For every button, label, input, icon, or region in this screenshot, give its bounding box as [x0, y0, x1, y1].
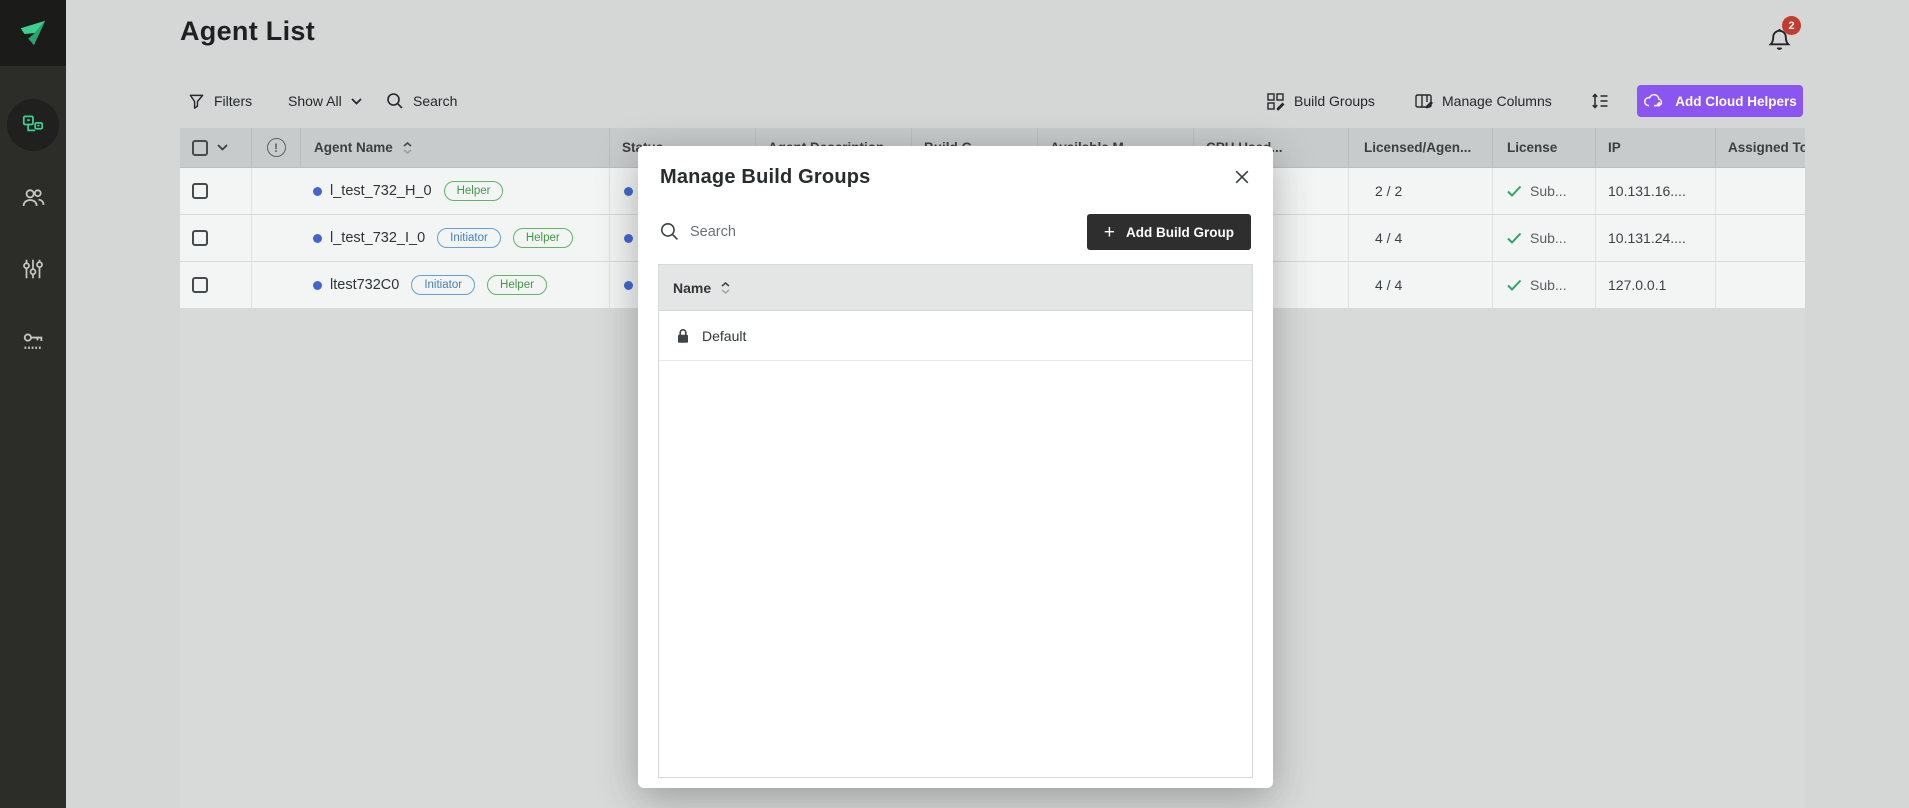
build-groups-icon — [1266, 92, 1285, 111]
helper-badge: Helper — [487, 275, 547, 295]
licensed-agents-value: 4 / 4 — [1375, 277, 1402, 293]
agent-status-dot — [313, 234, 322, 243]
ip-value: 10.131.16.... — [1608, 183, 1686, 199]
build-group-row[interactable]: Default — [659, 311, 1252, 361]
row-height-icon — [1590, 91, 1610, 111]
search-icon — [660, 222, 679, 241]
column-header-agent-name[interactable]: Agent Name — [300, 128, 609, 167]
add-cloud-helpers-label: Add Cloud Helpers — [1675, 94, 1797, 109]
select-all-checkbox[interactable] — [192, 140, 208, 156]
modal-title: Manage Build Groups — [660, 166, 870, 189]
sort-arrows-icon — [721, 282, 730, 294]
brand-logo-icon — [16, 16, 50, 50]
build-group-list: Name Default — [658, 264, 1253, 778]
initiator-badge: Initiator — [411, 275, 475, 295]
status-dot — [624, 281, 633, 290]
licensed-agents-value: 4 / 4 — [1375, 230, 1402, 246]
helper-badge: Helper — [513, 228, 573, 248]
table-search-button[interactable]: Search — [386, 84, 457, 118]
alert-circle-icon: ! — [267, 138, 286, 157]
key-icon — [20, 328, 47, 355]
modal-close-button[interactable] — [1231, 166, 1253, 188]
plus-icon: + — [1104, 223, 1115, 242]
add-build-group-label: Add Build Group — [1126, 225, 1234, 240]
manage-columns-icon — [1414, 92, 1433, 111]
manage-columns-button[interactable]: Manage Columns — [1414, 84, 1552, 118]
agent-status-dot — [313, 281, 322, 290]
select-all-cell — [180, 128, 251, 167]
column-header-license[interactable]: License — [1492, 128, 1595, 167]
agents-network-icon — [20, 112, 46, 138]
check-icon — [1507, 279, 1522, 291]
row-checkbox[interactable] — [192, 277, 208, 293]
sliders-icon — [20, 256, 46, 282]
status-dot — [624, 187, 633, 196]
ip-value: 10.131.24.... — [1608, 230, 1686, 246]
close-icon — [1235, 170, 1249, 184]
build-group-name: Default — [702, 328, 746, 344]
license-value: Sub... — [1530, 277, 1567, 293]
column-header-ip[interactable]: IP — [1595, 128, 1715, 167]
agent-name: l_test_732_H_0 — [330, 183, 432, 199]
filters-button[interactable]: Filters — [188, 84, 252, 118]
initiator-badge: Initiator — [437, 228, 501, 248]
notifications-bell-button[interactable]: 2 — [1766, 22, 1806, 58]
sidebar-item-users[interactable] — [7, 171, 59, 223]
filter-funnel-icon — [188, 93, 205, 110]
column-header-assigned-to[interactable]: Assigned To — [1715, 128, 1805, 167]
users-icon — [20, 184, 47, 211]
sort-arrows-icon — [403, 142, 412, 154]
check-icon — [1507, 232, 1522, 244]
chevron-down-icon — [351, 98, 362, 105]
check-icon — [1507, 185, 1522, 197]
build-group-search-input[interactable] — [690, 224, 950, 240]
page-title: Agent List — [180, 16, 315, 47]
column-header-licensed-agents[interactable]: Licensed/Agen... — [1348, 128, 1492, 167]
helper-badge: Helper — [444, 181, 504, 201]
status-dot — [624, 234, 633, 243]
row-checkbox[interactable] — [192, 230, 208, 246]
row-checkbox[interactable] — [192, 183, 208, 199]
manage-build-groups-modal: Manage Build Groups + Add Build Group Na… — [638, 146, 1273, 788]
license-value: Sub... — [1530, 230, 1567, 246]
app-logo[interactable] — [0, 0, 66, 66]
show-all-dropdown[interactable]: Show All — [288, 84, 362, 118]
sidebar-item-agents[interactable] — [7, 99, 59, 151]
show-all-label: Show All — [288, 93, 342, 109]
lock-icon — [676, 328, 690, 344]
agent-status-dot — [313, 187, 322, 196]
column-header-alert: ! — [251, 128, 300, 167]
search-icon — [386, 92, 404, 110]
ip-value: 127.0.0.1 — [1608, 277, 1666, 293]
cloud-plus-icon — [1643, 92, 1665, 110]
sidebar — [0, 0, 66, 808]
sidebar-nav — [0, 99, 66, 367]
build-groups-button[interactable]: Build Groups — [1266, 84, 1375, 118]
sidebar-item-settings[interactable] — [7, 243, 59, 295]
add-cloud-helpers-button[interactable]: Add Cloud Helpers — [1637, 85, 1803, 117]
agent-name: l_test_732_I_0 — [330, 230, 425, 246]
search-label: Search — [413, 93, 457, 109]
row-height-button[interactable] — [1590, 84, 1610, 118]
filters-label: Filters — [214, 93, 252, 109]
add-build-group-button[interactable]: + Add Build Group — [1087, 214, 1251, 250]
licensed-agents-value: 2 / 2 — [1375, 183, 1402, 199]
select-menu-chevron-icon[interactable] — [217, 144, 228, 151]
sidebar-item-license[interactable] — [7, 315, 59, 367]
license-value: Sub... — [1530, 183, 1567, 199]
notification-badge: 2 — [1782, 16, 1801, 35]
agent-name: ltest732C0 — [330, 277, 399, 293]
build-group-name-header[interactable]: Name — [659, 265, 1252, 311]
build-group-search — [660, 222, 980, 241]
build-groups-label: Build Groups — [1294, 93, 1375, 109]
manage-columns-label: Manage Columns — [1442, 93, 1552, 109]
